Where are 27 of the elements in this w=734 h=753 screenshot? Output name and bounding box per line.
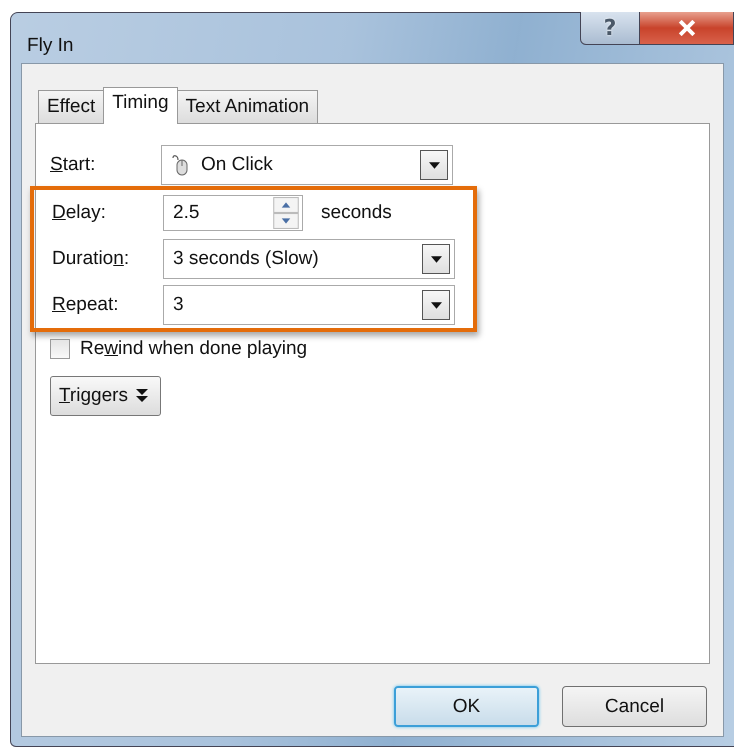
field-label: Start: <box>50 154 96 176</box>
triggers-button[interactable]: Triggers <box>50 376 161 416</box>
checkbox-label: Rewind when done playing <box>80 338 308 360</box>
close-button[interactable] <box>640 12 734 45</box>
double-caret-icon <box>136 389 148 403</box>
dialog-button[interactable]: OK <box>394 686 539 727</box>
dropdown[interactable]: On Click <box>161 145 453 185</box>
field-label: Duration: <box>52 248 130 270</box>
dialog-button[interactable]: Cancel <box>562 686 707 727</box>
checkbox[interactable] <box>50 339 70 359</box>
mouse-icon <box>171 154 189 176</box>
tab[interactable]: Effect <box>38 90 104 123</box>
tab[interactable]: Text Animation <box>176 90 318 123</box>
dropdown-arrow-icon <box>430 302 442 308</box>
window-title: Fly In <box>27 35 74 57</box>
field-label: Repeat: <box>52 294 120 316</box>
number-field[interactable]: 2.5 <box>163 195 303 231</box>
dropdown[interactable]: 3 seconds (Slow) <box>163 239 455 279</box>
dropdown-arrow-icon <box>430 256 442 262</box>
spinner-arrows-icon <box>271 197 301 229</box>
close-icon <box>678 20 696 36</box>
help-button[interactable]: ? <box>580 12 640 45</box>
dropdown-arrow-icon <box>428 162 440 168</box>
field-label: Delay: <box>52 202 107 224</box>
dropdown[interactable]: 3 <box>163 285 455 325</box>
unit-label: seconds <box>321 202 392 224</box>
tab[interactable]: Timing <box>103 87 178 124</box>
